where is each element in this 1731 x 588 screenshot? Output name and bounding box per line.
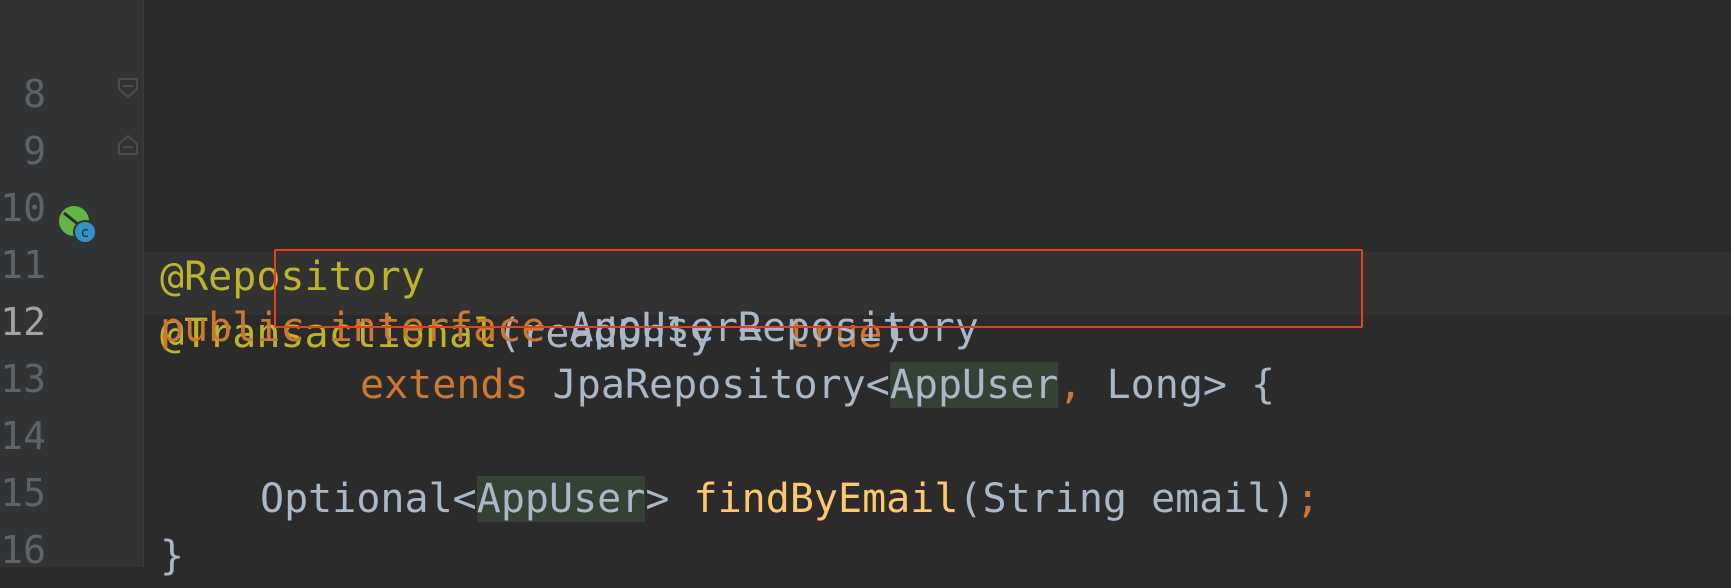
- fold-start-icon[interactable]: [117, 77, 139, 99]
- code-line[interactable]: 9 @Repository: [0, 57, 1731, 300]
- code-line[interactable]: 16: [0, 456, 1731, 572]
- code-line[interactable]: 8: [0, 0, 1731, 116]
- code-line[interactable]: 13: [0, 285, 1731, 401]
- line-number: 16: [0, 528, 46, 572]
- fold-end-icon[interactable]: [117, 134, 139, 156]
- code-line[interactable]: 14 Optional<AppUser> findByEmail(String …: [0, 342, 1731, 522]
- code-line[interactable]: 15 }: [0, 399, 1731, 579]
- code-line[interactable]: 11 public interface AppUserRepository: [0, 171, 1731, 351]
- closing-brace: }: [160, 533, 185, 579]
- code-line[interactable]: 10 @Transactional(readOnly = true): [0, 114, 1731, 357]
